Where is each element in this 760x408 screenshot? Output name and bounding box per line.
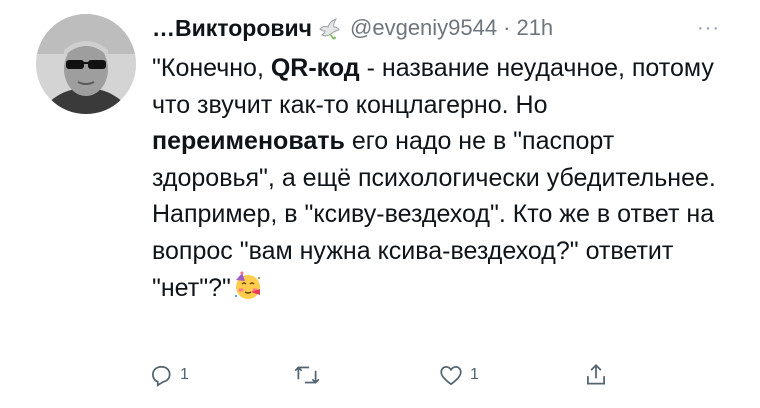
- timestamp[interactable]: 21h: [516, 15, 553, 41]
- tweet-text-bold: переименовать: [152, 127, 345, 156]
- tweet-text-part: "Конечно,: [152, 54, 271, 82]
- reply-count: 1: [180, 366, 189, 383]
- user-handle[interactable]: @evgeniy9544: [350, 15, 497, 41]
- reply-button[interactable]: 1: [148, 362, 189, 388]
- reply-icon: [148, 362, 174, 388]
- partying-face-icon: [233, 271, 263, 301]
- share-icon: [583, 362, 609, 388]
- avatar[interactable]: [36, 14, 136, 114]
- separator-dot: ·: [503, 15, 511, 40]
- heart-icon: [438, 362, 464, 388]
- dove-icon: [316, 15, 342, 41]
- display-name[interactable]: …Викторович: [152, 15, 312, 42]
- tweet-header: …Викторович @evgeniy9544 · 21h ···: [152, 8, 742, 48]
- more-options-icon[interactable]: ···: [697, 17, 720, 40]
- tweet-text-bold: QR-код: [270, 54, 360, 82]
- retweet-icon: [293, 362, 321, 388]
- tweet-text: "Конечно, QR-код - название неудачное, п…: [152, 50, 742, 306]
- tweet-actions: 1 1: [148, 362, 608, 398]
- like-button[interactable]: 1: [438, 362, 479, 388]
- tweet[interactable]: …Викторович @evgeniy9544 · 21h ··· "Коне…: [0, 0, 760, 408]
- retweet-button[interactable]: [293, 362, 327, 388]
- tweet-content: …Викторович @evgeniy9544 · 21h ··· "Коне…: [152, 8, 742, 306]
- like-count: 1: [470, 366, 479, 383]
- share-button[interactable]: [583, 362, 609, 388]
